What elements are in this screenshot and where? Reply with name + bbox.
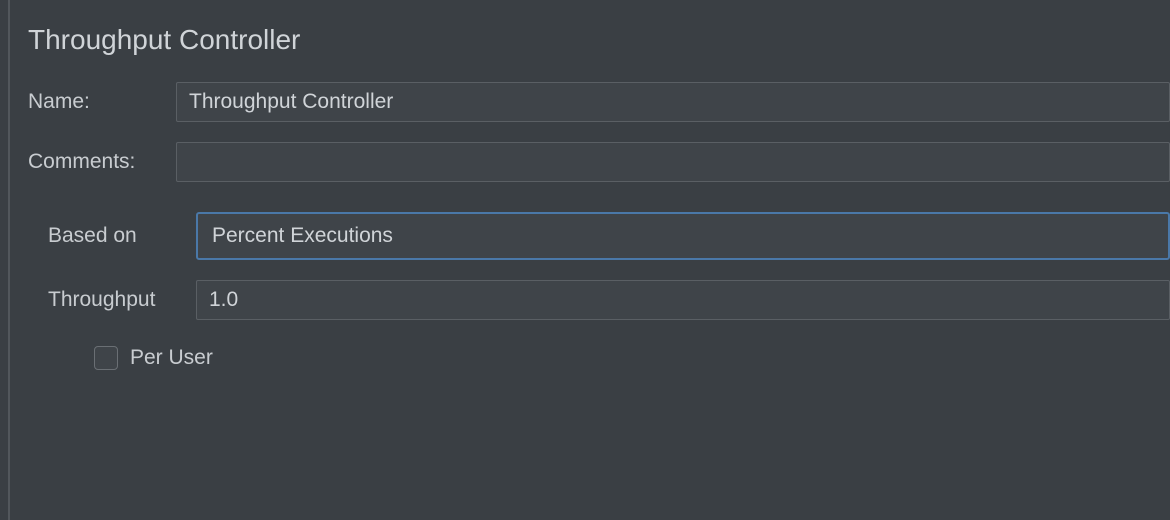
comments-row: Comments: xyxy=(28,142,1170,182)
comments-label: Comments: xyxy=(28,150,176,174)
based-on-label: Based on xyxy=(48,224,196,248)
based-on-row: Based on xyxy=(48,212,1170,260)
throughput-label: Throughput xyxy=(48,288,196,312)
config-group: Based on Throughput Per User xyxy=(28,212,1170,370)
throughput-controller-panel: Throughput Controller Name: Comments: Ba… xyxy=(0,0,1170,370)
name-input[interactable] xyxy=(176,82,1170,122)
panel-left-border xyxy=(8,0,10,520)
comments-input[interactable] xyxy=(176,142,1170,182)
per-user-checkbox[interactable] xyxy=(94,346,118,370)
name-row: Name: xyxy=(28,82,1170,122)
per-user-label: Per User xyxy=(130,346,213,370)
panel-title: Throughput Controller xyxy=(28,24,1170,56)
name-label: Name: xyxy=(28,90,176,114)
based-on-select[interactable] xyxy=(196,212,1170,260)
per-user-row: Per User xyxy=(48,346,1170,370)
throughput-row: Throughput xyxy=(48,280,1170,320)
based-on-select-wrapper xyxy=(196,212,1170,260)
throughput-input[interactable] xyxy=(196,280,1170,320)
